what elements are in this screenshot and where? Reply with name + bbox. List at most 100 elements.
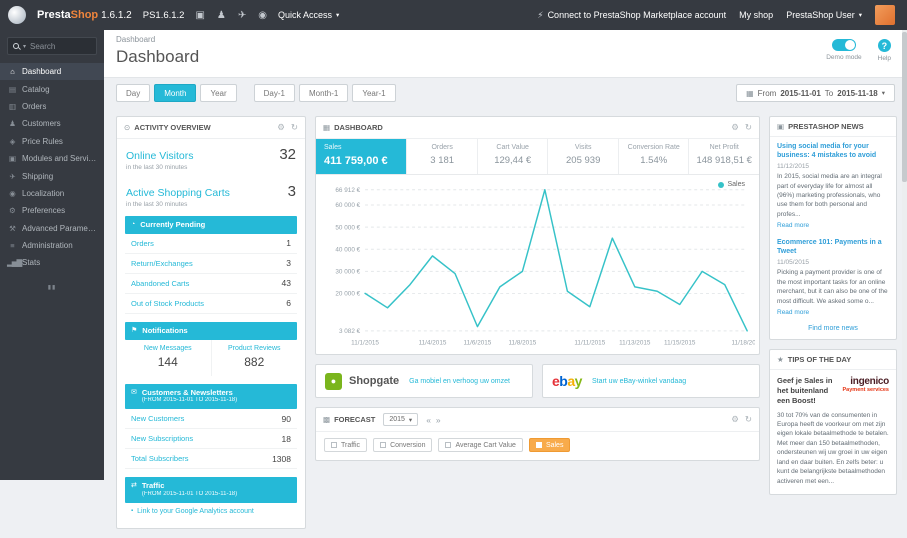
checkbox-icon (380, 442, 387, 449)
sidebar-item-preferences[interactable]: ⚙ Preferences (0, 202, 104, 219)
sidebar-item-price-rules[interactable]: ◈ Price Rules (0, 133, 104, 150)
shop-name-link[interactable]: PS1.6.1.2 (143, 10, 185, 21)
pending-row-out-of-stock[interactable]: Out of Stock Products 6 (125, 294, 297, 314)
cart-icon[interactable]: ▣ (195, 10, 204, 21)
sidebar-item-dashboard[interactable]: ⌂ Dashboard (0, 63, 104, 81)
chart-legend-sales[interactable]: Sales (718, 181, 745, 188)
gear-icon[interactable]: ⚙ (277, 122, 285, 133)
traffic-header: ⇄ Traffic (FROM 2015-11-01 TO 2015-11-18) (125, 477, 297, 503)
forecast-chip-conversion[interactable]: Conversion (373, 438, 433, 453)
scrollbar-thumb[interactable] (902, 32, 907, 182)
google-analytics-link[interactable]: ▪ Link to your Google Analytics account (125, 503, 297, 520)
online-visitors-metric[interactable]: Online Visitors 32 (117, 139, 305, 163)
promo-row: ● Shopgate Ga mobiel en verhoog uw omzet… (315, 364, 760, 399)
refresh-icon[interactable]: ↻ (291, 122, 298, 133)
search-icon (13, 43, 19, 49)
breadcrumb[interactable]: Dashboard (116, 35, 895, 44)
kpi-visits[interactable]: Visits 205 939 (548, 139, 619, 174)
help-tool: ? Help (878, 39, 891, 62)
prestashop-logo-icon[interactable] (8, 6, 26, 24)
kpi-conversion-rate[interactable]: Conversion Rate 1.54% (619, 139, 690, 174)
read-more-link[interactable]: Read more (777, 222, 809, 229)
pending-row-abandoned-carts[interactable]: Abandoned Carts 43 (125, 274, 297, 294)
pin-icon[interactable]: ◉ (258, 10, 267, 21)
pending-row-return-exchanges[interactable]: Return/Exchanges 3 (125, 254, 297, 274)
sales-legend-dot (718, 181, 725, 188)
search-scope-caret-icon[interactable]: ▾ (23, 43, 26, 50)
my-shop-link[interactable]: My shop (739, 10, 773, 20)
ebay-promo[interactable]: ebay Start uw eBay-winkel vandaag (542, 364, 760, 399)
kpi-orders[interactable]: Orders 3 181 (407, 139, 478, 174)
gear-icon[interactable]: ⚙ (731, 122, 739, 133)
forecast-year-select[interactable]: 2015 ▾ (383, 413, 419, 427)
flag-icon: ⚑ (131, 326, 138, 334)
sidebar-item-localization[interactable]: ◉ Localization (0, 185, 104, 202)
preferences-icon: ⚙ (9, 206, 16, 216)
active-carts-metric[interactable]: Active Shopping Carts 3 (117, 176, 305, 200)
ingenico-logo[interactable]: ingenico Payment services (843, 376, 890, 406)
range-day-button[interactable]: Day (116, 84, 151, 102)
news-article-title[interactable]: Ecommerce 101: Payments in a Tweet (777, 238, 889, 256)
kpi-net-profit[interactable]: Net Profit 148 918,51 € (689, 139, 759, 174)
range-year-button[interactable]: Year (200, 84, 237, 102)
customers-date-range: (FROM 2015-11-01 TO 2015-11-18) (141, 397, 238, 404)
sidebar-item-catalog[interactable]: ▤ Catalog (0, 80, 104, 97)
customers-row-new-customers[interactable]: New Customers 90 (125, 409, 297, 430)
shopgate-promo[interactable]: ● Shopgate Ga mobiel en verhoog uw omzet (315, 364, 533, 399)
tips-panel-title: TIPS OF THE DAY (787, 355, 852, 365)
sidebar-item-customers[interactable]: ♟ Customers (0, 115, 104, 132)
news-article-title[interactable]: Using social media for your business: 4 … (777, 142, 889, 160)
forecast-chip-traffic[interactable]: Traffic (324, 438, 368, 453)
send-icon[interactable]: ✈ (238, 10, 246, 21)
traffic-date-range: (FROM 2015-11-01 TO 2015-11-18) (141, 490, 238, 497)
new-messages-cell[interactable]: New Messages 144 (125, 340, 211, 376)
forecast-chip-sales[interactable]: Sales (528, 438, 571, 453)
date-range-button[interactable]: ▦ From 2015-11-01 To 2015-11-18 ▾ (736, 84, 895, 102)
sidebar-item-modules[interactable]: ▣ Modules and Services (0, 150, 104, 167)
kpi-sales[interactable]: Sales 411 759,00 € (316, 139, 408, 174)
sidebar-item-administration[interactable]: ≡ Administration (0, 237, 104, 254)
next-icon[interactable]: » (436, 415, 441, 425)
marketplace-link[interactable]: ⚡ Connect to PrestaShop Marketplace acco… (537, 10, 726, 21)
range-day-1-button[interactable]: Day-1 (253, 84, 295, 102)
shopgate-promo-link[interactable]: Ga mobiel en verhoog uw omzet (409, 377, 510, 386)
product-reviews-cell[interactable]: Product Reviews 882 (210, 339, 298, 376)
date-to-value: 2015-11-18 (837, 88, 878, 98)
sidebar-item-orders[interactable]: ▥ Orders (0, 98, 104, 115)
sidebar-item-shipping[interactable]: ✈ Shipping (0, 167, 104, 184)
checkbox-icon (445, 442, 452, 449)
pending-row-orders[interactable]: Orders 1 (125, 234, 297, 254)
refresh-icon[interactable]: ↻ (745, 122, 752, 133)
sidebar-item-advanced-parameters[interactable]: ⚒ Advanced Parameters (0, 220, 104, 237)
gear-icon[interactable]: ⚙ (731, 414, 739, 425)
sidebar-collapse-button[interactable]: ▮▮ (0, 284, 104, 291)
brand-title[interactable]: PrestaShop 1.6.1.2 (37, 9, 132, 21)
refresh-icon[interactable]: ↻ (745, 414, 752, 425)
range-year-1-button[interactable]: Year-1 (352, 84, 396, 102)
ebay-promo-link[interactable]: Start uw eBay-winkel vandaag (592, 377, 686, 386)
range-month-button[interactable]: Month (154, 84, 197, 102)
administration-icon: ≡ (10, 241, 14, 251)
forecast-panel-title: FORECAST (334, 415, 376, 425)
quick-access-button[interactable]: Quick Access ▾ (278, 10, 339, 20)
sidebar-item-stats[interactable]: ▂▅▇ Stats (0, 254, 104, 271)
help-icon[interactable]: ? (877, 39, 891, 52)
find-more-news-link[interactable]: Find more news (770, 320, 896, 339)
forecast-chip-average-cart-value[interactable]: Average Cart Value (438, 438, 523, 453)
demo-mode-tool: Demo mode (826, 39, 862, 62)
search-input[interactable] (30, 41, 91, 51)
news-article-excerpt: In 2015, social media are an integral pa… (777, 173, 882, 218)
user-avatar[interactable] (875, 5, 895, 25)
customers-row-new-subscriptions[interactable]: New Subscriptions 18 (125, 429, 297, 450)
prev-icon[interactable]: « (426, 415, 431, 425)
news-panel-header: ▣ PRESTASHOP NEWS (770, 117, 896, 137)
demo-mode-toggle[interactable] (831, 39, 856, 51)
sidebar-search[interactable]: ▾ (7, 37, 97, 55)
kpi-cart-value[interactable]: Cart Value 129,44 € (478, 139, 549, 174)
customers-row-total-subscribers[interactable]: Total Subscribers 1308 (125, 449, 297, 470)
read-more-link[interactable]: Read more (777, 309, 809, 316)
checkbox-icon (535, 442, 542, 449)
range-month-1-button[interactable]: Month-1 (298, 84, 349, 102)
user-menu[interactable]: PrestaShop User ▾ (786, 10, 862, 20)
customers-icon[interactable]: ♟ (217, 10, 226, 21)
